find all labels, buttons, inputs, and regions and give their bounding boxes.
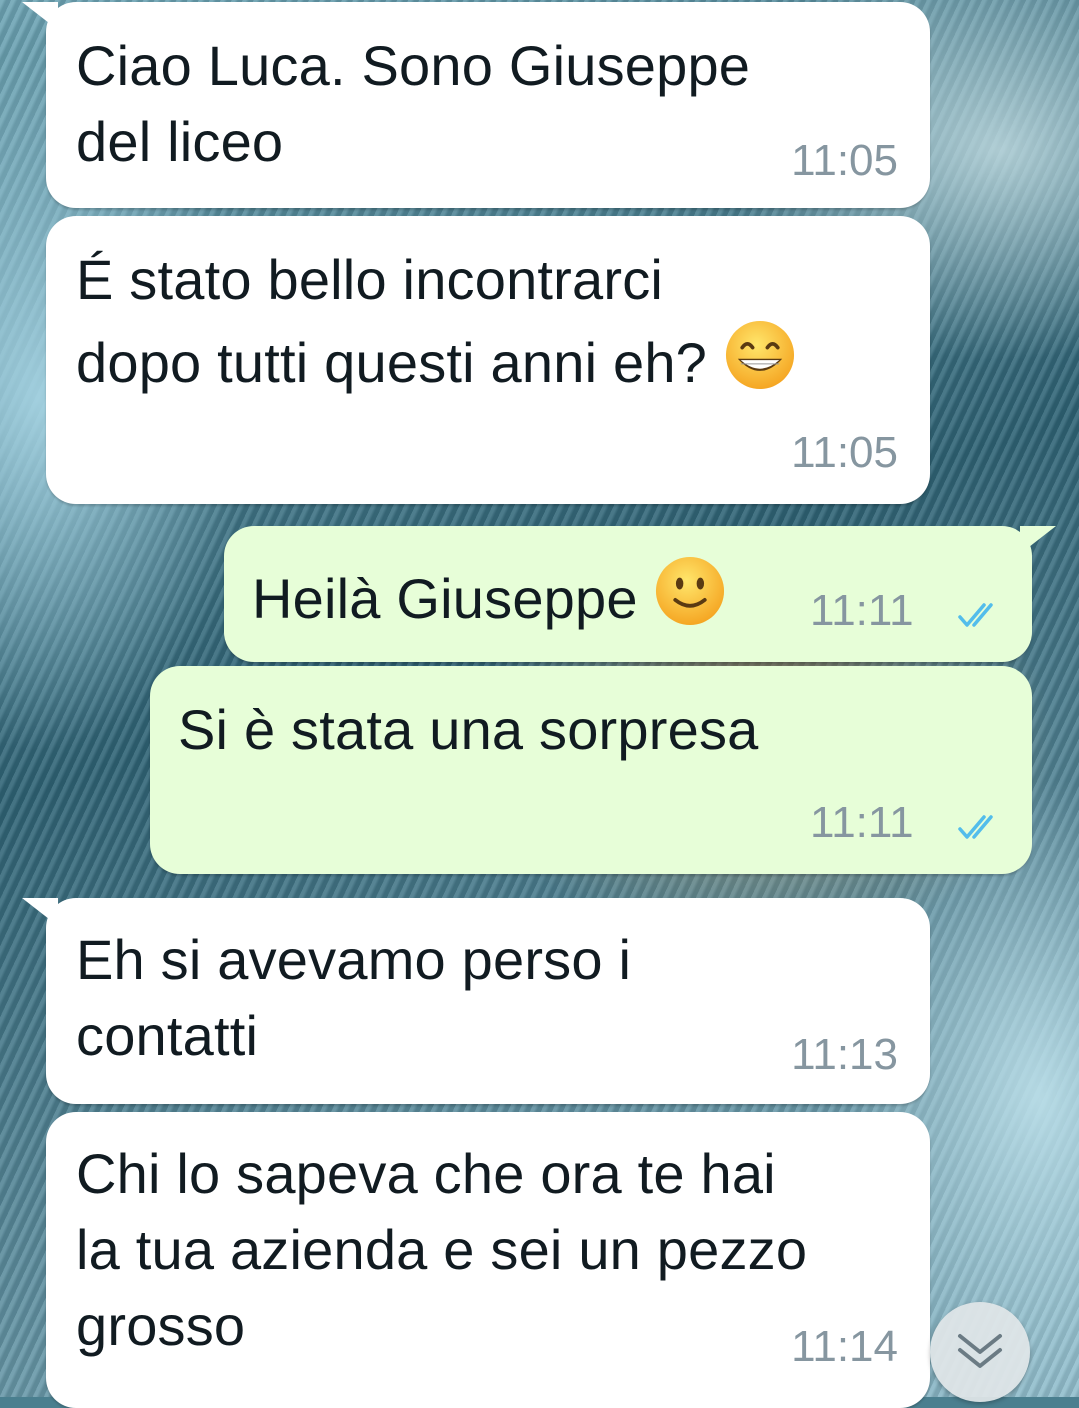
grinning-face-emoji	[725, 320, 794, 390]
message-text: É stato bello incontrarci dopo tutti que…	[76, 242, 797, 401]
message-text-content: É stato bello incontrarci dopo tutti que…	[76, 248, 708, 394]
message-timestamp: 11:14	[791, 1322, 898, 1371]
message-text: Heilà Giuseppe	[252, 554, 727, 637]
message-text-content: Heilà Giuseppe	[252, 567, 638, 630]
message-timestamp: 11:05	[791, 428, 898, 477]
double-chevron-down-icon	[958, 1334, 1002, 1368]
double-check-read-icon	[958, 815, 993, 839]
message-text: Eh si avevamo perso i contatti	[76, 928, 632, 1067]
scroll-to-bottom-button[interactable]	[930, 1302, 1030, 1402]
message-timestamp: 11:05	[791, 136, 898, 185]
message-timestamp: 11:11	[810, 586, 914, 635]
message-timestamp: 11:11	[810, 798, 914, 847]
outgoing-message-bubble[interactable]: Si è stata una sorpresa 11:11	[150, 666, 1032, 874]
message-timestamp: 11:13	[791, 1030, 898, 1079]
incoming-message-bubble[interactable]: Eh si avevamo perso i contatti 11:13	[22, 898, 930, 1104]
incoming-message-bubble[interactable]: É stato bello incontrarci dopo tutti que…	[46, 216, 930, 504]
message-text: Si è stata una sorpresa	[178, 698, 759, 761]
incoming-message-bubble[interactable]: Chi lo sapeva che ora te hai la tua azie…	[46, 1112, 930, 1408]
outgoing-message-bubble[interactable]: Heilà Giuseppe 11:11	[224, 526, 1056, 662]
message-list[interactable]: Ciao Luca. Sono Giuseppe del liceo 11:05…	[0, 0, 1079, 1408]
slightly-smiling-face-emoji	[656, 556, 725, 626]
message-text: Chi lo sapeva che ora te hai la tua azie…	[76, 1142, 808, 1357]
message-text: Ciao Luca. Sono Giuseppe del liceo	[76, 34, 751, 173]
double-check-read-icon	[958, 603, 993, 627]
incoming-message-bubble[interactable]: Ciao Luca. Sono Giuseppe del liceo 11:05	[22, 2, 930, 208]
